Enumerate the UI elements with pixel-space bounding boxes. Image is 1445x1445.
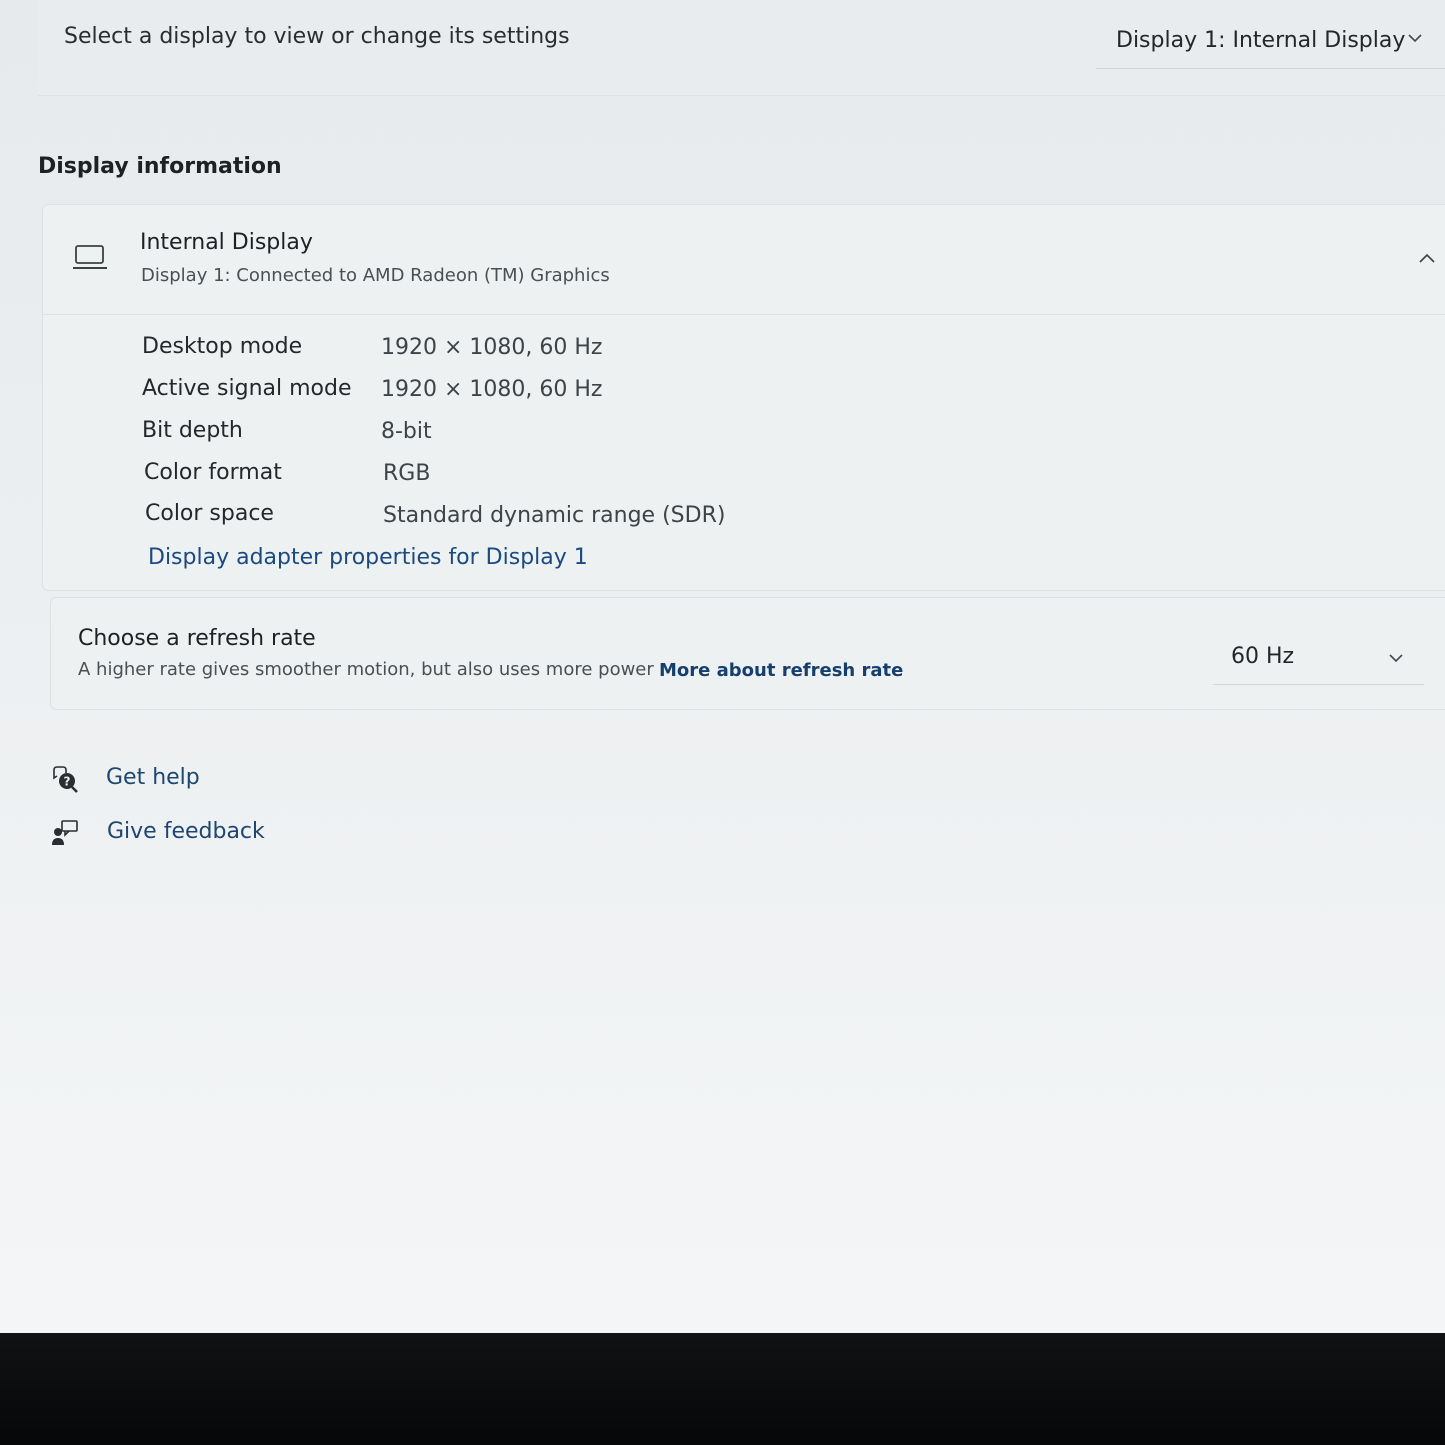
color-space-label: Color space (145, 501, 274, 526)
svg-text:?: ? (64, 775, 71, 789)
display-selector-prompt: Select a display to view or change its s… (64, 24, 570, 49)
active-signal-mode-label: Active signal mode (142, 376, 352, 401)
display-info-header[interactable] (42, 204, 1445, 315)
chevron-down-icon (1408, 34, 1422, 43)
chevron-up-icon[interactable] (1416, 248, 1438, 270)
desktop-mode-label: Desktop mode (142, 334, 303, 359)
color-format-value: RGB (383, 461, 431, 486)
laptop-icon (73, 245, 107, 269)
refresh-rate-dropdown[interactable]: 60 Hz (1213, 632, 1424, 685)
help-icon: ? (53, 766, 78, 793)
device-subtitle: Display 1: Connected to AMD Radeon (TM) … (141, 265, 610, 286)
desktop-mode-value: 1920 × 1080, 60 Hz (381, 335, 603, 360)
color-format-label: Color format (144, 460, 282, 485)
display-dropdown[interactable]: Display 1: Internal Display (1096, 12, 1445, 69)
refresh-rate-description: A higher rate gives smoother motion, but… (78, 659, 654, 680)
adapter-properties-link[interactable]: Display adapter properties for Display 1 (148, 545, 588, 570)
bit-depth-value: 8-bit (381, 419, 432, 444)
refresh-rate-link[interactable]: More about refresh rate (659, 660, 903, 681)
chevron-down-icon (1389, 654, 1403, 663)
display-dropdown-value: Display 1: Internal Display (1116, 27, 1406, 53)
color-space-value: Standard dynamic range (SDR) (383, 503, 726, 528)
refresh-rate-value: 60 Hz (1231, 644, 1295, 669)
give-feedback-link[interactable]: Give feedback (107, 819, 265, 844)
refresh-rate-title: Choose a refresh rate (78, 626, 316, 651)
active-signal-mode-value: 1920 × 1080, 60 Hz (381, 377, 603, 402)
device-name: Internal Display (140, 230, 313, 255)
feedback-icon (52, 820, 78, 845)
screen-bezel (0, 1333, 1445, 1445)
section-heading: Display information (38, 154, 282, 179)
get-help-link[interactable]: Get help (106, 765, 200, 790)
bit-depth-label: Bit depth (142, 418, 243, 443)
